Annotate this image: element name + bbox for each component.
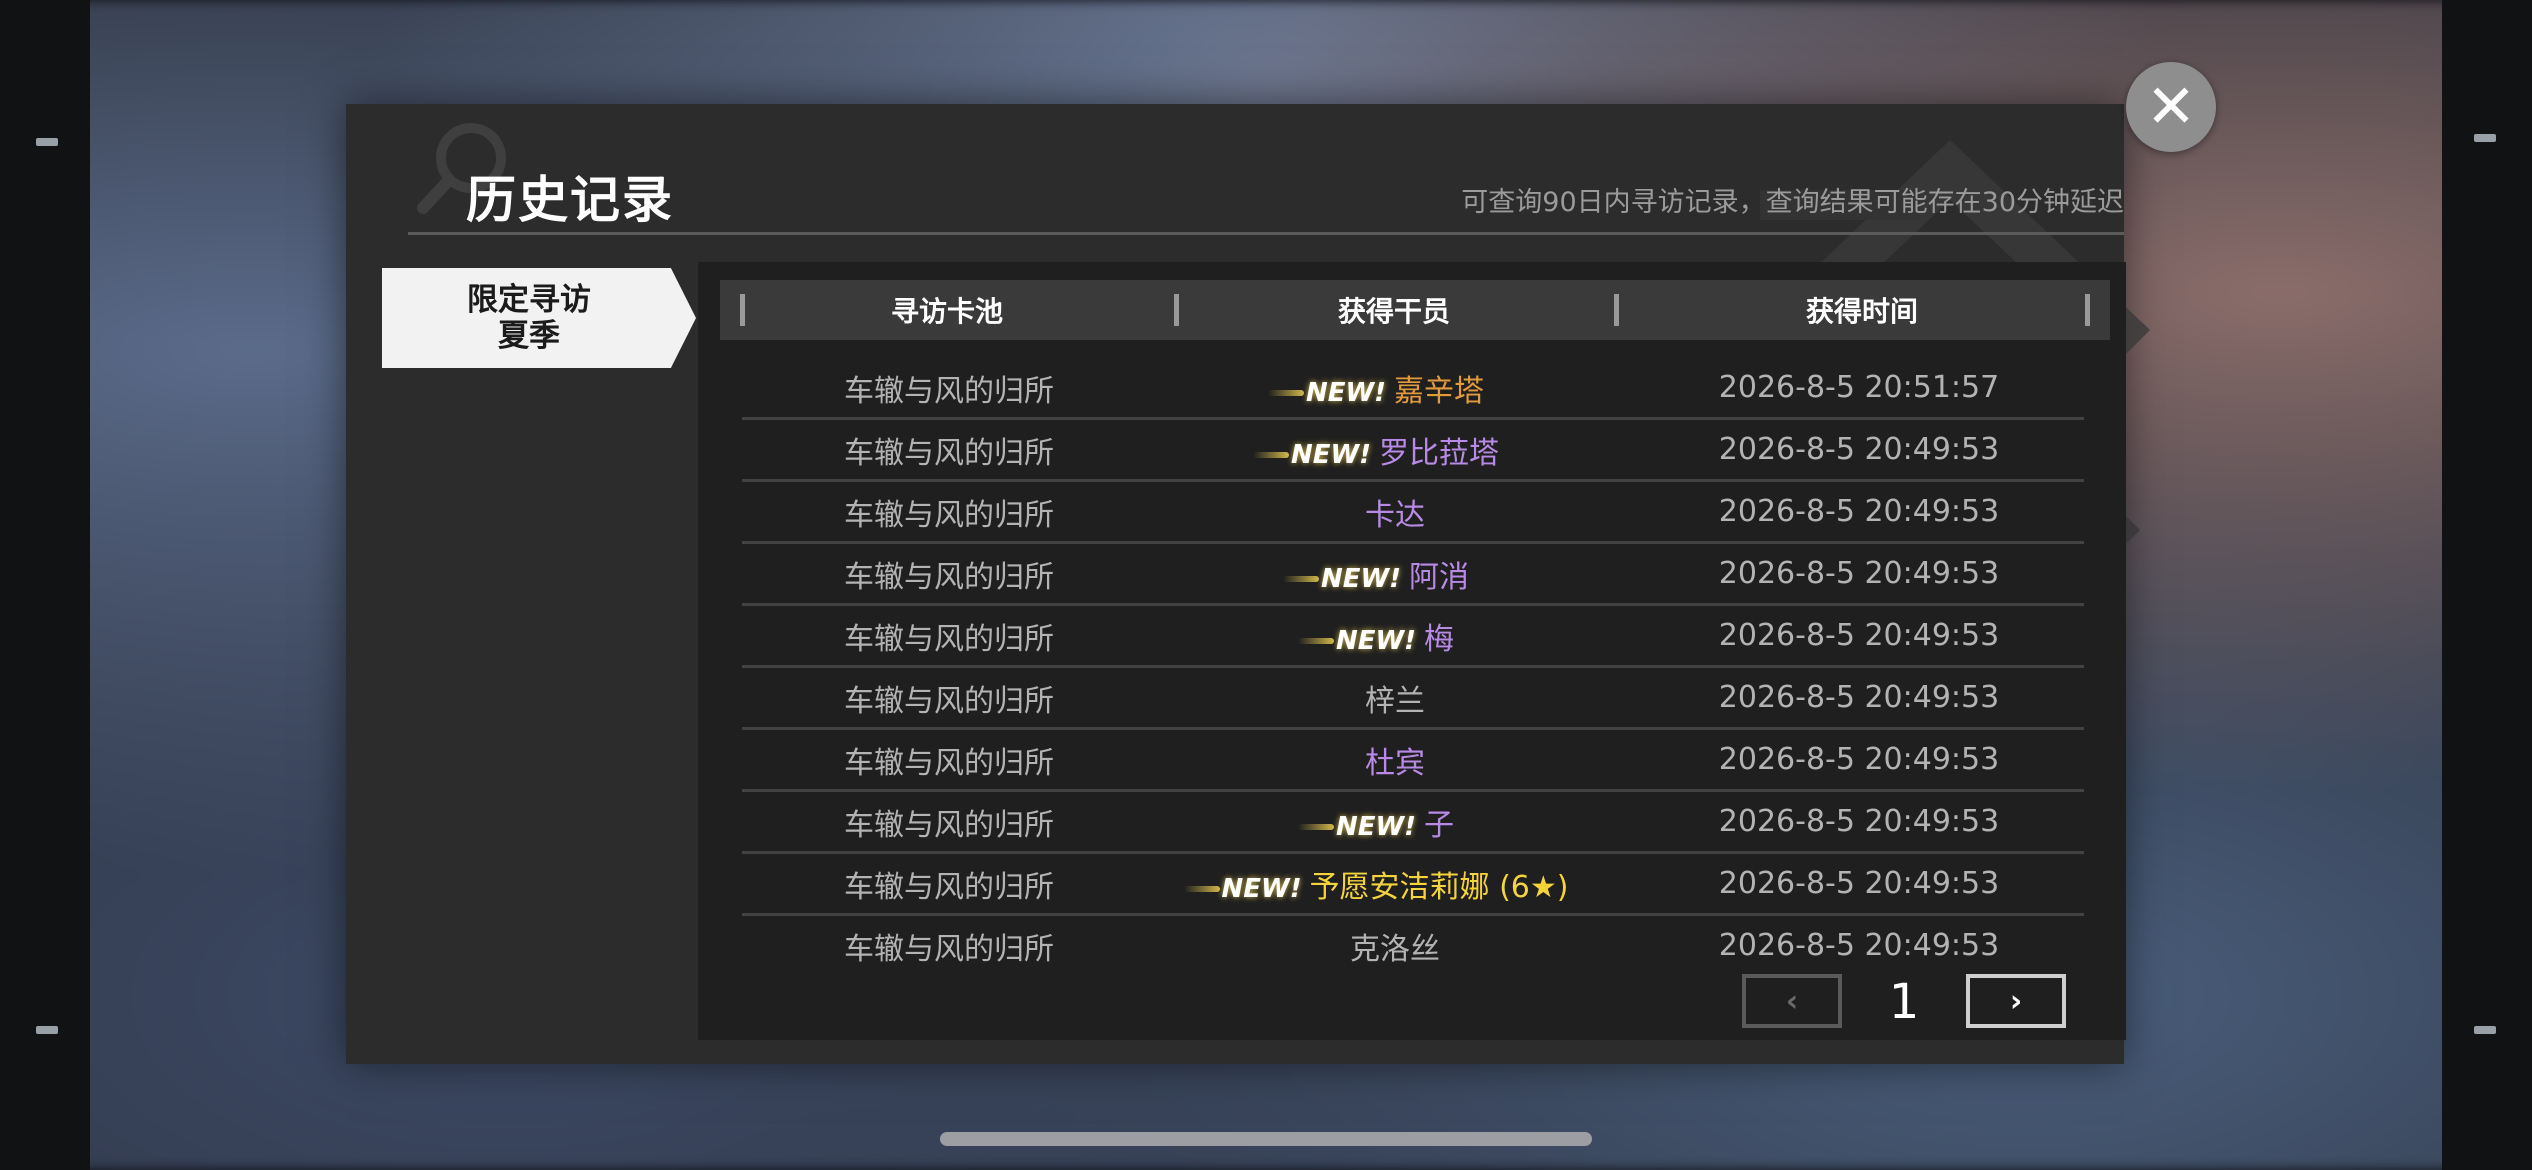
operator-name: 卡达 bbox=[1365, 497, 1425, 533]
new-badge: NEW! bbox=[1183, 873, 1302, 904]
cell-time: 2026-8-5 20:49:53 bbox=[1718, 742, 2000, 777]
home-indicator[interactable] bbox=[940, 1132, 1592, 1146]
operator-name: 予愿安洁莉娜 (6★) bbox=[1309, 869, 1569, 905]
table-body: 车辙与风的归所 NEW! 嘉辛塔 2026-8-5 20:51:57 车辙与风的归所 NE… bbox=[742, 358, 2084, 975]
cell-operator: NEW! 罗比菈塔 bbox=[1156, 428, 1634, 472]
cell-operator: NEW! 嘉辛塔 bbox=[1156, 366, 1634, 410]
cell-operator: NEW! 子 bbox=[1156, 800, 1634, 844]
cell-pool: 车辙与风的归所 bbox=[844, 621, 1054, 657]
cell-pool: 车辙与风的归所 bbox=[844, 683, 1054, 719]
cell-time: 2026-8-5 20:49:53 bbox=[1718, 928, 2000, 963]
next-page-button[interactable]: › bbox=[1966, 974, 2066, 1028]
table-row: 车辙与风的归所 NEW! 阿消 2026-8-5 20:49:53 bbox=[742, 544, 2084, 606]
cell-operator: 梓兰 bbox=[1156, 676, 1634, 720]
title-divider bbox=[408, 232, 2124, 235]
tab-limited-summer[interactable]: 限定寻访 夏季 bbox=[382, 268, 696, 368]
cell-pool: 车辙与风的归所 bbox=[844, 435, 1054, 471]
table-row: 车辙与风的归所 NEW! 嘉辛塔 2026-8-5 20:51:57 bbox=[742, 358, 2084, 420]
frame-tick bbox=[36, 1026, 58, 1034]
new-badge: NEW! bbox=[1297, 811, 1417, 842]
page-number: 1 bbox=[1888, 974, 1920, 1030]
operator-name: 嘉辛塔 bbox=[1394, 373, 1485, 409]
operator-name: 阿消 bbox=[1409, 559, 1470, 595]
new-badge: NEW! bbox=[1267, 377, 1387, 408]
cell-operator: NEW! 予愿安洁莉娜 (6★) bbox=[1156, 862, 1634, 906]
prev-page-button[interactable]: ‹ bbox=[1742, 974, 1842, 1028]
cell-time: 2026-8-5 20:49:53 bbox=[1718, 618, 2000, 653]
cell-time: 2026-8-5 20:49:53 bbox=[1718, 680, 2000, 715]
table-row: 车辙与风的归所 梓兰 2026-8-5 20:49:53 bbox=[742, 668, 2084, 730]
operator-name: 梓兰 bbox=[1365, 683, 1425, 719]
page-title: 历史记录 bbox=[466, 171, 674, 229]
column-separator bbox=[2085, 294, 2090, 326]
cell-pool: 车辙与风的归所 bbox=[844, 745, 1054, 781]
cell-time: 2026-8-5 20:49:53 bbox=[1718, 804, 2000, 839]
tab-label-line2: 夏季 bbox=[498, 318, 560, 354]
cell-pool: 车辙与风的归所 bbox=[844, 931, 1054, 967]
column-separator bbox=[1614, 294, 1619, 326]
cell-operator: 克洛丝 bbox=[1156, 924, 1634, 968]
cell-pool: 车辙与风的归所 bbox=[844, 807, 1054, 843]
close-button[interactable]: ✕ bbox=[2126, 62, 2216, 152]
column-separator bbox=[740, 294, 745, 326]
cell-time: 2026-8-5 20:51:57 bbox=[1718, 370, 2000, 405]
close-icon: ✕ bbox=[2145, 72, 2197, 142]
operator-name: 梅 bbox=[1424, 621, 1455, 657]
operator-name: 罗比菈塔 bbox=[1379, 435, 1500, 471]
table-row: 车辙与风的归所 卡达 2026-8-5 20:49:53 bbox=[742, 482, 2084, 544]
frame-tick bbox=[2474, 134, 2496, 142]
tab-label-line1: 限定寻访 bbox=[467, 282, 591, 318]
right-frame-bar bbox=[2442, 0, 2532, 1170]
cell-operator: NEW! 阿消 bbox=[1156, 552, 1634, 596]
cell-operator: 卡达 bbox=[1156, 490, 1634, 534]
table-row: 车辙与风的归所 NEW! 梅 2026-8-5 20:49:53 bbox=[742, 606, 2084, 668]
cell-time: 2026-8-5 20:49:53 bbox=[1718, 494, 2000, 529]
table-header: 寻访卡池 获得干员 获得时间 bbox=[720, 280, 2110, 340]
table-row: 车辙与风的归所 NEW! 子 2026-8-5 20:49:53 bbox=[742, 792, 2084, 854]
column-header-operator: 获得干员 bbox=[1174, 280, 1614, 340]
left-frame-bar bbox=[0, 0, 90, 1170]
new-badge: NEW! bbox=[1297, 625, 1417, 656]
column-header-time: 获得时间 bbox=[1614, 280, 2110, 340]
cell-pool: 车辙与风的归所 bbox=[844, 497, 1054, 533]
frame-tick bbox=[36, 138, 58, 146]
cell-pool: 车辙与风的归所 bbox=[844, 869, 1054, 905]
cell-pool: 车辙与风的归所 bbox=[844, 373, 1054, 409]
table-row: 车辙与风的归所 NEW! 予愿安洁莉娜 (6★) 2026-8-5 20:49:53 bbox=[742, 854, 2084, 916]
cell-operator: NEW! 梅 bbox=[1156, 614, 1634, 658]
cell-pool: 车辙与风的归所 bbox=[844, 559, 1054, 595]
operator-name: 克洛丝 bbox=[1350, 931, 1440, 967]
chevron-left-icon: ‹ bbox=[1785, 983, 1799, 1019]
table-row: 车辙与风的归所 杜宾 2026-8-5 20:49:53 bbox=[742, 730, 2084, 792]
new-badge: NEW! bbox=[1282, 563, 1402, 594]
cell-time: 2026-8-5 20:49:53 bbox=[1718, 866, 2000, 901]
new-badge: NEW! bbox=[1252, 439, 1372, 470]
table-row: 车辙与风的归所 克洛丝 2026-8-5 20:49:53 bbox=[742, 916, 2084, 975]
operator-name: 子 bbox=[1424, 807, 1455, 843]
chevron-right-icon: › bbox=[2009, 983, 2023, 1019]
cell-time: 2026-8-5 20:49:53 bbox=[1718, 556, 2000, 591]
query-notice: 可查询90日内寻访记录，查询结果可能存在30分钟延迟 bbox=[1461, 187, 2124, 218]
cell-operator: 杜宾 bbox=[1156, 738, 1634, 782]
operator-name: 杜宾 bbox=[1365, 745, 1425, 781]
cell-time: 2026-8-5 20:49:53 bbox=[1718, 432, 2000, 467]
column-header-pool: 寻访卡池 bbox=[720, 280, 1174, 340]
table-row: 车辙与风的归所 NEW! 罗比菈塔 2026-8-5 20:49:53 bbox=[742, 420, 2084, 482]
column-separator bbox=[1174, 294, 1179, 326]
frame-tick bbox=[2474, 1026, 2496, 1034]
